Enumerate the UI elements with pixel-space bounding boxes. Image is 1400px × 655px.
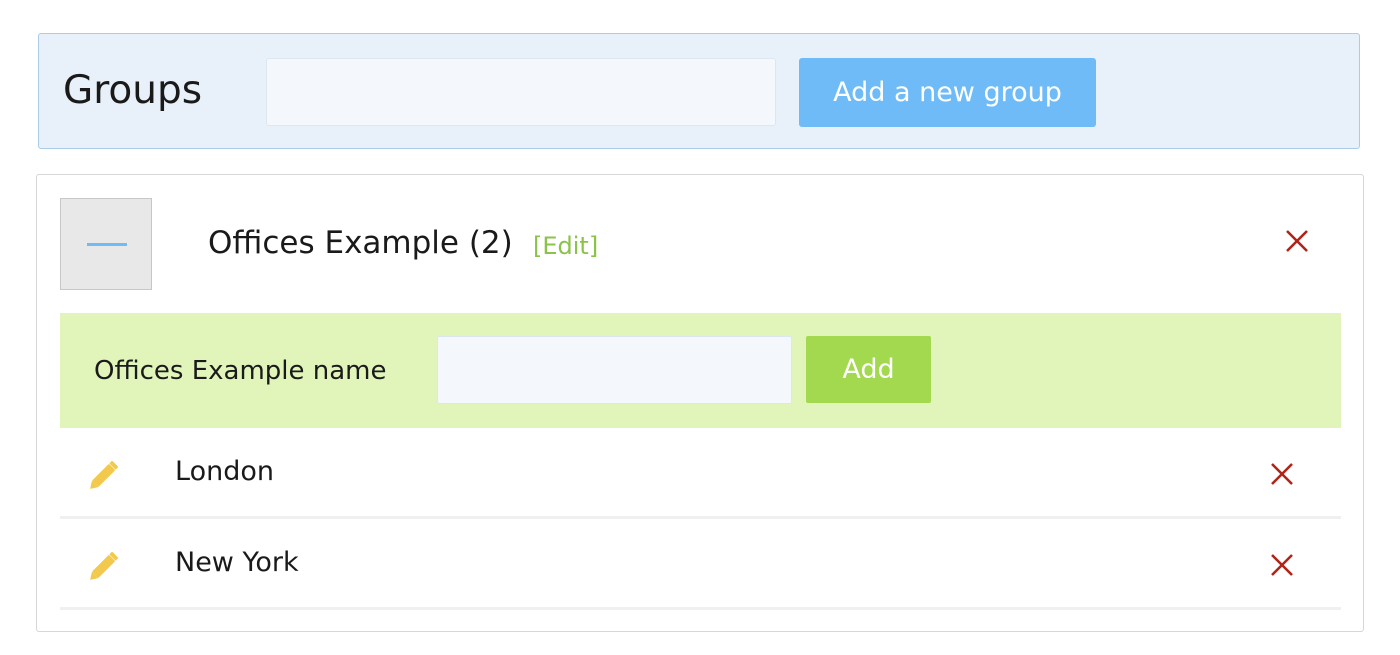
new-group-input[interactable] — [266, 58, 776, 126]
pencil-icon[interactable] — [83, 452, 127, 496]
group-title: Offices Example (2) — [208, 225, 513, 261]
page-title: Groups — [63, 68, 203, 113]
delete-item-close-icon[interactable] — [1270, 462, 1294, 486]
add-item-label: Offices Example name — [94, 356, 387, 386]
list-item-label: New York — [175, 547, 299, 578]
collapse-group-button[interactable] — [60, 198, 152, 290]
groups-header: Groups Add a new group — [38, 33, 1360, 149]
item-name-input[interactable] — [437, 336, 792, 404]
minus-icon — [87, 243, 127, 246]
list-item-label: London — [175, 456, 274, 487]
list-item: New York — [60, 519, 1341, 610]
add-item-button[interactable]: Add — [806, 336, 931, 403]
add-item-row: Offices Example name Add — [60, 313, 1341, 428]
delete-group-close-icon[interactable] — [1285, 229, 1309, 253]
group-panel: Offices Example (2) [Edit] Offices Examp… — [36, 174, 1364, 632]
edit-group-link[interactable]: [Edit] — [533, 228, 598, 264]
list-item: London — [60, 428, 1341, 519]
add-group-button[interactable]: Add a new group — [799, 58, 1096, 127]
pencil-icon[interactable] — [83, 543, 127, 587]
delete-item-close-icon[interactable] — [1270, 553, 1294, 577]
